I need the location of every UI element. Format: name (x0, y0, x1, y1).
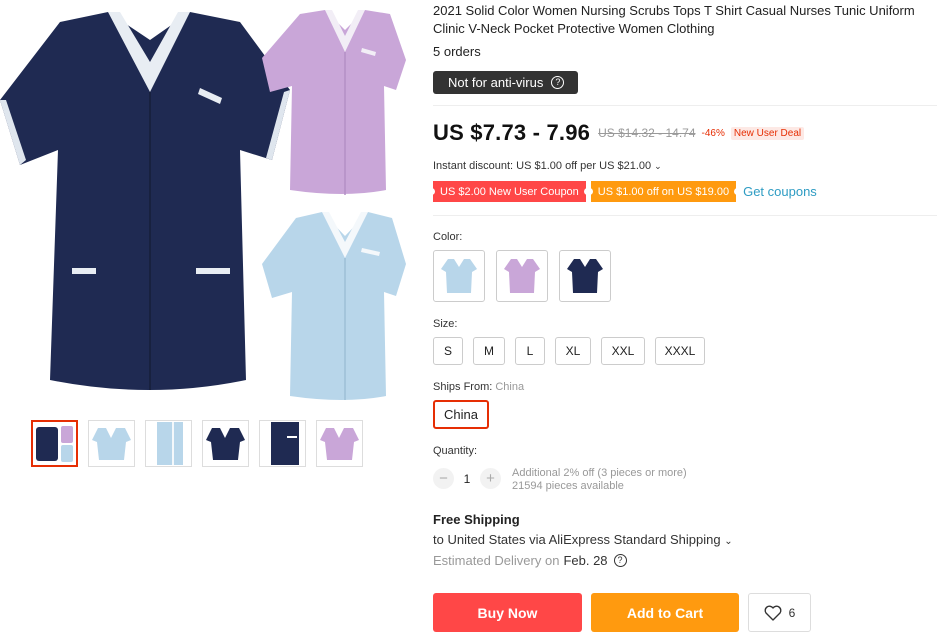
thumbnail-1-image (36, 426, 73, 462)
divider (433, 215, 937, 216)
ships-from-selected: China (495, 381, 525, 393)
original-price: US $14.32 - 14.74 (598, 126, 696, 140)
new-user-coupon[interactable]: US $2.00 New User Coupon (431, 181, 588, 202)
thumbnail-3-image (157, 422, 183, 465)
buy-now-button[interactable]: Buy Now (433, 593, 582, 632)
estimated-delivery-date: Feb. 28 (563, 553, 608, 568)
color-options (433, 250, 611, 302)
main-product-image[interactable] (0, 0, 410, 410)
size-option-s[interactable]: S (433, 337, 463, 365)
orders-count: 5 orders (433, 44, 481, 59)
thumbnail-3[interactable] (145, 420, 192, 467)
shipping-method-text: to United States via AliExpress Standard… (433, 532, 721, 547)
thumbnail-6-image (320, 428, 359, 460)
wishlist-button[interactable]: 6 (748, 593, 811, 632)
product-title: 2021 Solid Color Women Nursing Scrubs To… (433, 3, 915, 36)
add-to-cart-button[interactable]: Add to Cart (591, 593, 739, 632)
antivirus-label: Not for anti-virus (448, 75, 544, 90)
thumbnail-4-image (206, 428, 245, 460)
size-options: S M L XL XXL XXXL (433, 337, 705, 365)
lavender-swatch-image (504, 259, 540, 293)
instant-discount[interactable]: Instant discount: US $1.00 off per US $2… (433, 160, 662, 172)
thumbnail-strip (31, 420, 363, 467)
light-blue-swatch-image (441, 259, 477, 293)
size-option-xxl[interactable]: XXL (601, 337, 645, 365)
store-coupon[interactable]: US $1.00 off on US $19.00 (588, 181, 739, 202)
price-row: US $7.73 - 7.96 US $14.32 - 14.74 -46% N… (433, 120, 805, 146)
thumbnail-2[interactable] (88, 420, 135, 467)
quantity-increase-button[interactable]: + (480, 468, 501, 489)
thumbnail-5[interactable] (259, 420, 306, 467)
bulk-discount-note: Additional 2% off (3 pieces or more) (512, 467, 687, 479)
coupon-row: US $2.00 New User Coupon US $1.00 off on… (431, 181, 817, 202)
color-option-navy[interactable] (559, 250, 611, 302)
quantity-label: Quantity: (433, 445, 478, 457)
ships-from-option-china[interactable]: China (433, 400, 489, 429)
ships-from-text: Ships From: (433, 381, 493, 393)
ships-from-label: Ships From: China (433, 381, 524, 393)
instant-discount-text: Instant discount: US $1.00 off per US $2… (433, 160, 652, 172)
quantity-stepper: − 1 + (433, 468, 501, 489)
color-option-lavender[interactable] (496, 250, 548, 302)
navy-swatch-image (567, 259, 603, 293)
heart-icon (764, 605, 782, 621)
stock-available: 21594 pieces available (512, 480, 624, 492)
wishlist-count: 6 (788, 605, 796, 620)
color-option-light-blue[interactable] (433, 250, 485, 302)
current-price: US $7.73 - 7.96 (433, 120, 591, 145)
size-option-l[interactable]: L (515, 337, 545, 365)
question-icon: ? (551, 76, 565, 89)
navy-shirt (0, 12, 290, 390)
help-icon[interactable]: ? (613, 554, 627, 567)
antivirus-badge[interactable]: Not for anti-virus ? (433, 71, 579, 94)
quantity-decrease-button[interactable]: − (433, 468, 454, 489)
quantity-note: Additional 2% off (3 pieces or more) 215… (512, 467, 687, 493)
estimated-delivery-prefix: Estimated Delivery on (433, 553, 560, 568)
size-option-m[interactable]: M (473, 337, 505, 365)
color-label: Color: (433, 231, 463, 243)
divider (433, 105, 937, 106)
size-option-xxxl[interactable]: XXXL (655, 337, 705, 365)
free-shipping-label: Free Shipping (433, 512, 520, 527)
quantity-value[interactable]: 1 (454, 472, 480, 486)
thumbnail-4[interactable] (202, 420, 249, 467)
shipping-method[interactable]: to United States via AliExpress Standard… (433, 532, 733, 547)
thumbnail-2-image (92, 428, 131, 460)
chevron-down-icon: ⌄ (654, 161, 662, 171)
size-label: Size: (433, 318, 458, 330)
size-option-xl[interactable]: XL (555, 337, 591, 365)
thumbnail-5-image (271, 422, 299, 465)
discount-percent: -46% (701, 127, 725, 139)
estimated-delivery: Estimated Delivery on Feb. 28 ? (433, 553, 627, 568)
thumbnail-1[interactable] (31, 420, 78, 467)
lightblue-shirt (262, 212, 406, 400)
chevron-down-icon: ⌄ (724, 536, 733, 547)
get-coupons-link[interactable]: Get coupons (743, 184, 817, 199)
thumbnail-6[interactable] (316, 420, 363, 467)
new-user-deal-badge: New User Deal (730, 126, 805, 140)
product-photo (0, 10, 406, 400)
